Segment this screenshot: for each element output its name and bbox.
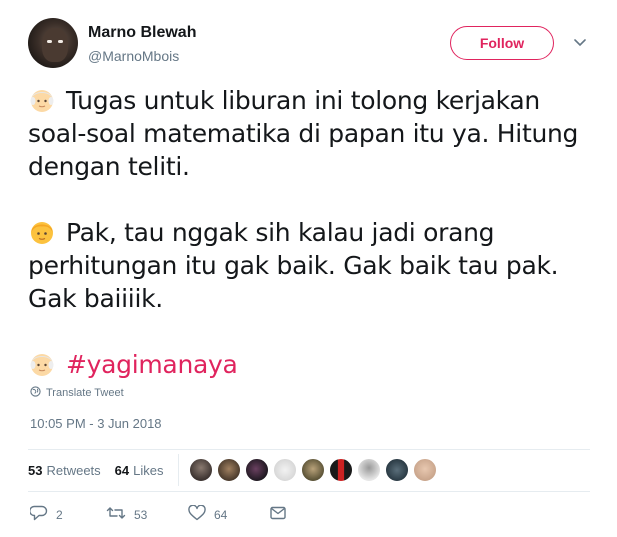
stats-divider — [177, 454, 179, 486]
boy-emoji — [28, 218, 56, 246]
follow-button[interactable]: Follow — [450, 26, 554, 60]
retweets-label: Retweets — [46, 462, 101, 478]
heart-icon — [188, 504, 206, 524]
envelope-icon — [270, 506, 286, 523]
user-name[interactable]: Marno Blewah — [88, 24, 196, 42]
retweets-count: 53 — [28, 462, 43, 478]
chevron-down-icon[interactable] — [573, 36, 587, 50]
liker-avatar[interactable] — [328, 458, 353, 482]
tweet-paragraph: #yagimanaya — [28, 348, 598, 381]
liker-avatar[interactable] — [272, 458, 297, 482]
tweet-stats: 53 Retweets 64 Likes — [28, 453, 590, 487]
old-man-emoji — [28, 350, 56, 378]
likers-avatars — [188, 458, 437, 482]
likes-label: Likes — [133, 462, 164, 478]
retweet-icon — [106, 505, 126, 524]
tweet-header: Marno Blewah @MarnoMbois Follow — [28, 18, 598, 70]
hashtag-link[interactable]: #yagimanaya — [66, 350, 238, 379]
reply-button[interactable]: 2 — [29, 505, 106, 524]
like-button[interactable]: 64 — [188, 504, 270, 524]
retweet-count: 53 — [134, 507, 148, 522]
old-man-emoji — [28, 86, 56, 114]
tweet-paragraph: Pak, tau nggak sih kalau jadi orang perh… — [28, 216, 598, 315]
translate-label: Translate Tweet — [46, 387, 124, 399]
liker-avatar[interactable] — [244, 458, 269, 482]
likes-stat[interactable]: 64 Likes — [115, 463, 164, 478]
globe-icon — [30, 386, 41, 400]
like-count: 64 — [214, 507, 228, 522]
liker-avatar[interactable] — [356, 458, 381, 482]
liker-avatar[interactable] — [188, 458, 213, 482]
tweet-text: Tugas untuk liburan ini tolong kerjakan … — [28, 84, 598, 381]
reply-count: 2 — [56, 507, 63, 522]
tweet-paragraph: Tugas untuk liburan ini tolong kerjakan … — [28, 84, 598, 183]
user-handle[interactable]: @MarnoMbois — [88, 48, 179, 64]
liker-avatar[interactable] — [300, 458, 325, 482]
direct-message-button[interactable] — [270, 506, 286, 523]
liker-avatar[interactable] — [216, 458, 241, 482]
likes-count: 64 — [114, 462, 130, 478]
liker-avatar[interactable] — [412, 458, 437, 482]
tweet-timestamp[interactable]: 10:05 PM - 3 Jun 2018 — [30, 416, 162, 431]
tweet-line-2: Pak, tau nggak sih kalau jadi orang perh… — [28, 218, 559, 313]
divider — [28, 449, 590, 450]
liker-avatar[interactable] — [384, 458, 409, 482]
divider — [28, 491, 590, 492]
avatar[interactable] — [28, 18, 78, 68]
reply-icon — [29, 505, 48, 524]
tweet-line-1: Tugas untuk liburan ini tolong kerjakan … — [28, 86, 579, 181]
retweets-stat[interactable]: 53 Retweets — [28, 463, 101, 478]
retweet-button[interactable]: 53 — [106, 505, 188, 524]
translate-tweet-link[interactable]: Translate Tweet — [30, 386, 124, 400]
tweet-actions: 2 53 64 — [29, 504, 286, 524]
